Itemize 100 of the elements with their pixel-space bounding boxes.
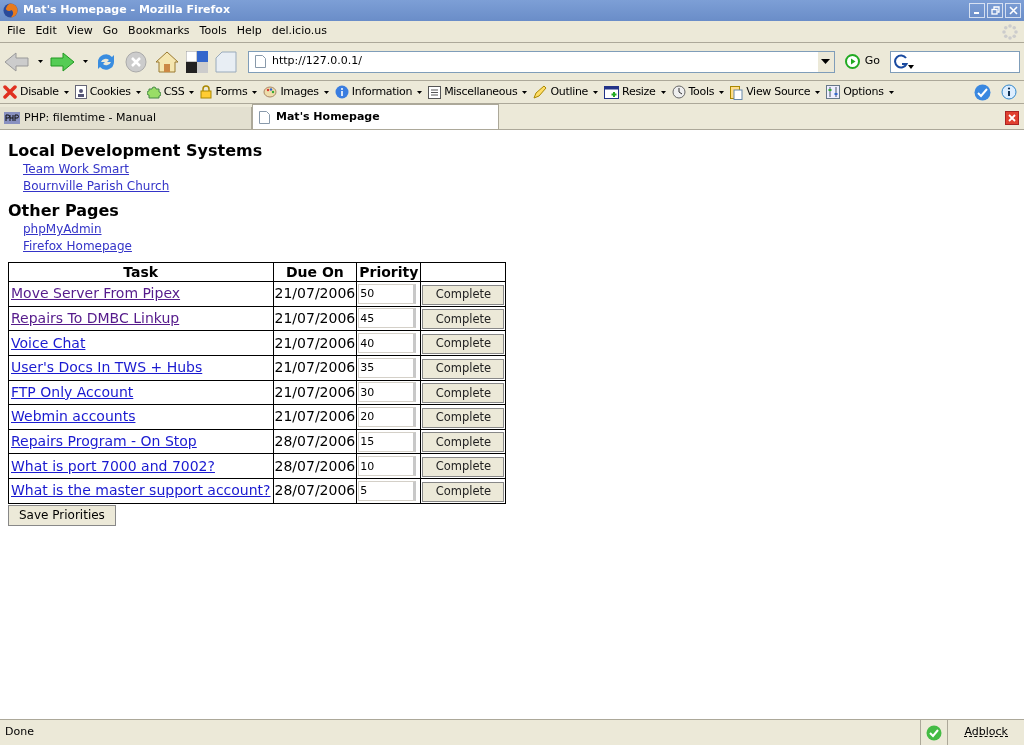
page-link[interactable]: phpMyAdmin (23, 222, 102, 236)
menu-item[interactable]: Bookmarks (123, 23, 195, 40)
complete-button[interactable]: Complete (422, 383, 505, 404)
priority-field[interactable]: 15 (358, 431, 417, 452)
menu-item[interactable]: Edit (30, 23, 62, 40)
toolbar-menu-button[interactable]: Information (334, 83, 429, 101)
window-icon (604, 85, 620, 99)
priority-field[interactable]: 10 (358, 456, 417, 477)
close-icon (3, 85, 17, 99)
stop-icon[interactable] (124, 49, 148, 74)
toolbar-menu-button[interactable]: CSS (146, 83, 201, 101)
caret-icon (63, 90, 69, 94)
caret-icon (821, 59, 831, 64)
caret-icon (815, 90, 821, 94)
php-logo-icon (4, 112, 20, 124)
priority-field[interactable]: 50 (358, 283, 417, 304)
caret-icon (83, 60, 88, 63)
table-cell: 28/07/2006 (273, 429, 357, 454)
search-engine-icon (894, 53, 914, 70)
checkmark-icon[interactable] (974, 83, 991, 101)
caret-icon (135, 90, 141, 94)
page-link[interactable]: Team Work Smart (23, 162, 130, 176)
close-button[interactable] (1005, 3, 1021, 18)
clipboard-icon (730, 84, 744, 100)
grid-squares-icon[interactable] (186, 50, 208, 73)
complete-button[interactable]: Complete (422, 333, 505, 354)
table-cell: 21/07/2006 (273, 281, 357, 307)
minimize-button[interactable] (969, 3, 985, 18)
priority-field[interactable]: 30 (358, 382, 417, 403)
table-cell: 21/07/2006 (273, 330, 357, 356)
restore-icon (990, 6, 1000, 15)
page-link[interactable]: Firefox Homepage (23, 239, 132, 253)
toolbar-menu-button[interactable]: Miscellaneous (428, 83, 534, 101)
status-text: Done (4, 724, 34, 741)
page-icon (255, 55, 266, 68)
caret-icon (417, 90, 423, 94)
pencil-icon (533, 85, 548, 99)
column-header: Priority (356, 262, 421, 282)
forward-arrow-icon[interactable] (49, 50, 75, 73)
dropdown-button[interactable] (817, 51, 834, 72)
page-link[interactable]: Bournville Parish Church (23, 179, 170, 193)
search-field[interactable] (890, 50, 1020, 73)
toolbar-menu-button[interactable]: Outline (533, 83, 605, 101)
priority-field[interactable]: 35 (358, 357, 417, 378)
table-cell: 21/07/2006 (273, 404, 357, 430)
window-title: Mat's Homepage - Mozilla Firefox (23, 2, 230, 19)
toolbar-menu-button[interactable]: Resize (604, 83, 672, 101)
toolbar-menu-button[interactable]: View Source (730, 83, 827, 101)
browser-tab[interactable]: PHP: filemtime - Manual (0, 107, 252, 129)
caret-icon (38, 60, 43, 63)
menu-item[interactable]: Go (97, 23, 124, 40)
priority-field[interactable]: 5 (358, 480, 417, 501)
adblock-status[interactable]: Adblock (947, 720, 1024, 745)
save-priorities-button[interactable]: Save Priorities (8, 504, 116, 526)
restore-button[interactable] (987, 3, 1003, 18)
table-cell: 28/07/2006 (273, 478, 357, 504)
table-cell: 28/07/2006 (273, 453, 357, 479)
complete-button[interactable]: Complete (422, 432, 505, 453)
toolbar-menu-button[interactable]: Cookies (74, 83, 147, 101)
caret-icon (593, 90, 599, 94)
toolbar-menu-button[interactable]: Disable (3, 83, 75, 101)
menu-item[interactable]: View (61, 23, 98, 40)
address-field[interactable]: http://127.0.0.1/ (248, 50, 835, 73)
menu-item[interactable]: File (2, 23, 31, 40)
complete-button[interactable]: Complete (422, 457, 505, 477)
list-icon (428, 85, 442, 99)
menu-item[interactable]: del.icio.us (266, 23, 332, 40)
toolbar-menu-button[interactable]: Images (263, 83, 335, 101)
caret-icon (189, 90, 195, 94)
home-icon[interactable] (154, 49, 180, 74)
complete-button[interactable]: Complete (422, 309, 505, 330)
page-icon (259, 110, 270, 124)
priority-field[interactable]: 40 (358, 333, 417, 354)
menu-item[interactable]: Help (231, 23, 267, 40)
info-icon[interactable] (1001, 84, 1017, 100)
caret-icon (252, 90, 258, 94)
contact-card-icon (74, 85, 87, 99)
complete-button[interactable]: Complete (422, 358, 505, 379)
back-arrow-icon[interactable] (4, 50, 30, 73)
puzzle-piece-icon (146, 85, 161, 99)
caret-icon (719, 90, 725, 94)
toolbar-menu-button[interactable]: Tools (671, 83, 731, 101)
table-cell: 21/07/2006 (273, 380, 357, 405)
complete-button[interactable]: Complete (422, 284, 505, 305)
complete-button[interactable]: Complete (422, 481, 505, 502)
sliders-icon (826, 85, 841, 99)
toolbar-menu-button[interactable]: Options (826, 83, 900, 101)
priority-field[interactable]: 45 (358, 308, 417, 329)
close-icon (1008, 114, 1016, 122)
task-link[interactable]: Voice Chat (11, 334, 86, 351)
browser-tab[interactable]: Mat's Homepage (252, 104, 499, 129)
priority-field[interactable]: 20 (358, 406, 417, 427)
caret-icon (323, 90, 329, 94)
close-tab-button[interactable] (1005, 111, 1019, 125)
complete-button[interactable]: Complete (422, 407, 505, 428)
go-button[interactable]: Go (840, 53, 884, 70)
toolbar-menu-button[interactable]: Forms (200, 83, 264, 101)
play-icon (844, 54, 860, 69)
menu-item[interactable]: Tools (194, 23, 232, 40)
column-header: Task (8, 262, 274, 282)
